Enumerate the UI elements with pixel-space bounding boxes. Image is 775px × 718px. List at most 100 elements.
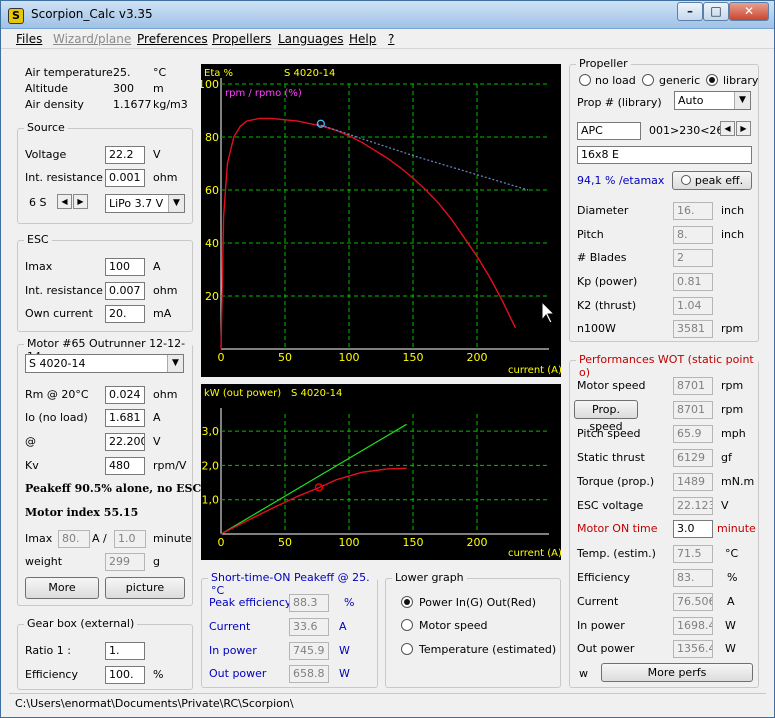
motor-more-button[interactable]: More <box>25 577 99 599</box>
app-logo-icon: S <box>8 8 24 24</box>
maximize-button[interactable]: □ <box>703 2 729 21</box>
power-chart-y-tick-label: 1,0 <box>202 494 220 507</box>
source-group-title: Source <box>24 121 68 134</box>
prop-noload-label[interactable]: no load <box>595 74 636 87</box>
menu-preferences[interactable]: Preferences <box>137 32 208 46</box>
gearbox-ratio-input[interactable]: 1. <box>105 642 145 660</box>
more-perfs-button[interactable]: More perfs <box>601 663 753 682</box>
power-chart-motor-label: S 4020-14 <box>291 388 342 399</box>
motor-imax-separator: A / <box>92 532 107 545</box>
status-bar: C:\Users\enormat\Documents\Private\RC\Sc… <box>9 693 766 713</box>
prop-library-radio[interactable] <box>706 74 718 86</box>
battery-type-select[interactable]: LiPo 3.7 V ▼ <box>105 194 185 213</box>
esc-imax-label: Imax <box>25 260 53 273</box>
rpm-ratio-label: rpm / rpmo (%) <box>225 88 302 99</box>
lower-graph-temperature-label[interactable]: Temperature (estimated) <box>419 643 556 656</box>
lower-graph-speed-radio[interactable] <box>401 619 413 631</box>
motor-imax-time-unit: minute <box>153 532 192 545</box>
pitch-speed-label: Pitch speed <box>577 427 641 440</box>
prop-generic-radio[interactable] <box>642 74 654 86</box>
peak-efficiency-button[interactable]: peak eff. <box>672 171 752 190</box>
chevron-down-icon: ▼ <box>734 92 750 109</box>
lower-graph-power-label[interactable]: Power In(G) Out(Red) <box>419 596 536 609</box>
status-path: C:\Users\enormat\Documents\Private\RC\Sc… <box>15 697 294 710</box>
cells-increase-button[interactable]: ▶ <box>73 194 88 209</box>
close-button[interactable]: ✕ <box>729 2 769 21</box>
efficiency-chart-y-tick-label: 100 <box>201 78 219 91</box>
motor-imax-input[interactable]: 80. <box>58 530 90 548</box>
perf-w-label: w <box>579 667 588 680</box>
menu-propellers[interactable]: Propellers <box>212 32 271 46</box>
menu-about[interactable]: ? <box>388 32 394 46</box>
esc-resistance-unit: ohm <box>153 284 178 297</box>
short-current-label: Current <box>209 620 251 633</box>
gearbox-ratio-label: Ratio 1 : <box>25 644 71 657</box>
source-voltage-label: Voltage <box>25 148 67 161</box>
lower-graph-temperature-radio[interactable] <box>401 643 413 655</box>
power-chart-x-tick-label: 100 <box>339 536 360 549</box>
altitude-value[interactable]: 300 <box>113 82 134 95</box>
esc-own-current-label: Own current <box>25 307 93 320</box>
prop-kp-label: Kp (power) <box>577 275 638 288</box>
esc-resistance-input[interactable]: 0.007 <box>105 282 145 300</box>
prop-noload-radio[interactable] <box>579 74 591 86</box>
motor-rm-label: Rm @ 20°C <box>25 388 89 401</box>
lower-graph-speed-label[interactable]: Motor speed <box>419 619 488 632</box>
motor-rm-input[interactable]: 0.024 <box>105 386 145 404</box>
prop-model-input[interactable]: 16x8 E <box>577 146 752 164</box>
power-chart-x-tick-label: 50 <box>278 536 292 549</box>
prop-number-select[interactable]: Auto ▼ <box>674 91 751 110</box>
altitude-unit: m <box>153 82 164 95</box>
source-resistance-label: Int. resistance <box>25 171 103 184</box>
motor-weight-input[interactable]: 299 <box>105 553 145 571</box>
power-chart-ticks: 0 50 100 150 200 1,0 2,0 3,0 <box>202 425 488 549</box>
motor-io-unit: A <box>153 411 161 424</box>
peak-efficiency-label: Peak efficiency <box>209 596 292 609</box>
menu-languages[interactable]: Languages <box>278 32 343 46</box>
minimize-button[interactable]: – <box>677 2 703 21</box>
menu-help[interactable]: Help <box>349 32 376 46</box>
peak-efficiency-button-label: peak eff. <box>694 174 744 187</box>
motor-io-input[interactable]: 1.681 <box>105 409 145 427</box>
motor-picture-button[interactable]: picture <box>105 577 185 599</box>
title-bar: S Scorpion_Calc v3.35 – □ ✕ <box>1 1 774 29</box>
current-value: 76.506 <box>673 593 713 611</box>
prop-next-button[interactable]: ▶ <box>736 121 751 136</box>
source-resistance-input[interactable]: 0.001 <box>105 169 145 187</box>
cells-decrease-button[interactable]: ◀ <box>57 194 72 209</box>
menu-files[interactable]: Files <box>16 32 42 46</box>
motor-model-select[interactable]: S 4020-14 ▼ <box>25 354 184 373</box>
lower-graph-power-radio[interactable] <box>401 596 413 608</box>
prop-generic-label[interactable]: generic <box>659 74 700 87</box>
prop-library-label[interactable]: library <box>723 74 758 87</box>
source-voltage-input[interactable]: 22.2 <box>105 146 145 164</box>
power-chart-y-title: kW (out power) <box>204 388 281 399</box>
esc-voltage-label: ESC voltage <box>577 499 644 512</box>
prop-previous-button[interactable]: ◀ <box>720 121 735 136</box>
motor-at-unit: V <box>153 435 161 448</box>
power-chart: kW (out power) S 4020-14 current (A) 0 50… <box>201 384 562 560</box>
prop-speed-button[interactable]: Prop. speed <box>574 400 638 433</box>
out-power-unit: W <box>725 642 736 655</box>
esc-own-current-unit: mA <box>153 307 172 320</box>
gearbox-efficiency-input[interactable]: 100. <box>105 666 145 684</box>
esc-own-current-input[interactable]: 20. <box>105 305 145 323</box>
esc-group-title: ESC <box>24 233 52 246</box>
menu-wizard-plane[interactable]: Wizard/plane <box>53 32 131 46</box>
prop-k2-label: K2 (thrust) <box>577 299 637 312</box>
motor-at-voltage-input[interactable]: 22.200 <box>105 433 145 451</box>
motor-kv-input[interactable]: 480 <box>105 457 145 475</box>
power-chart-x-tick-label: 200 <box>467 536 488 549</box>
in-power-unit: W <box>725 619 736 632</box>
motor-on-time-input[interactable]: 3.0 <box>673 520 713 538</box>
motor-at-label: @ <box>25 435 36 448</box>
motor-imax-time-input[interactable]: 1.0 <box>114 530 146 548</box>
efficiency-label: Efficiency <box>577 571 630 584</box>
air-temperature-value[interactable]: 25. <box>113 66 131 79</box>
pitch-speed-value: 65.9 <box>673 425 713 443</box>
torque-unit: mN.m <box>721 475 755 488</box>
esc-imax-input[interactable]: 100 <box>105 258 145 276</box>
efficiency-chart-series <box>220 117 529 350</box>
prop-brand-input[interactable]: APC <box>577 122 641 140</box>
efficiency-chart: Eta % S 4020-14 rpm / rpmo (%) current (… <box>198 64 562 377</box>
